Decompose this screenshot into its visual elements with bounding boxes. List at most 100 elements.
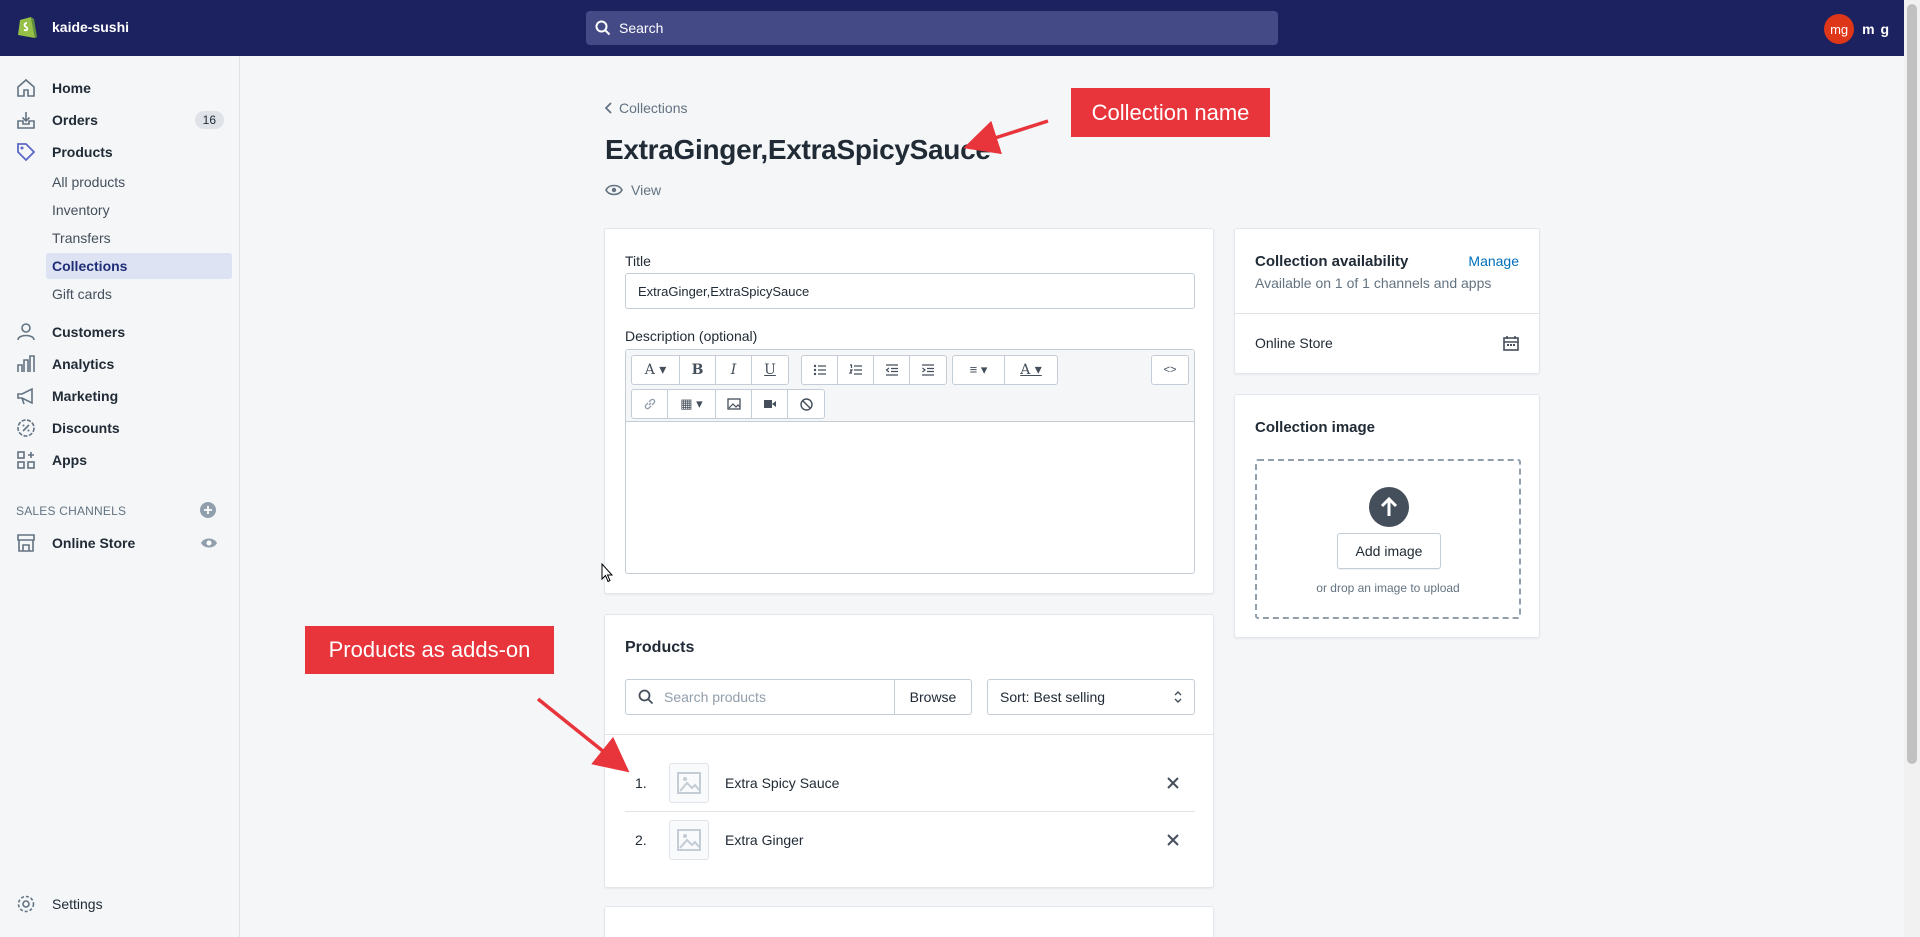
numbered-list-icon [848, 364, 862, 375]
video-icon [763, 400, 776, 408]
calendar-icon[interactable] [1503, 335, 1519, 351]
nav-customers[interactable]: Customers [0, 316, 240, 348]
image-dropzone[interactable]: Add image or drop an image to upload [1255, 459, 1521, 619]
product-search-input[interactable]: Search products [625, 679, 895, 715]
italic-button[interactable]: I [716, 356, 752, 384]
align-button[interactable]: ≡ ▾ [953, 356, 1005, 384]
select-arrows-icon [1174, 691, 1182, 703]
availability-heading: Collection availability [1255, 253, 1409, 270]
sales-channels-heading: SALES CHANNELS [16, 504, 127, 518]
nav-home[interactable]: Home [0, 72, 240, 104]
search-icon [595, 20, 611, 36]
remove-product-icon[interactable] [1167, 834, 1179, 846]
store-switcher[interactable]: kaide-sushi [16, 14, 129, 40]
seo-card [604, 906, 1214, 937]
title-input-value: ExtraGinger,ExtraSpicySauce [638, 283, 810, 299]
insert-video-button[interactable] [752, 390, 788, 418]
indent-button[interactable] [910, 356, 946, 384]
nav-label: Home [52, 80, 91, 96]
store-name: kaide-sushi [52, 19, 130, 35]
nav-orders[interactable]: Orders 16 [0, 104, 240, 136]
home-icon [17, 78, 35, 97]
products-card: Products Search products Browse Sort: Be… [604, 614, 1214, 888]
bullet-list-button[interactable] [802, 356, 838, 384]
sidebar-item-transfers[interactable]: Transfers [46, 225, 232, 251]
description-editor[interactable]: A ▾ B I U ≡ ▾ A ▾ <> ▦ ▾ [625, 349, 1195, 574]
sort-select[interactable]: Sort: Best selling [987, 679, 1195, 715]
nav-label: Apps [52, 452, 87, 468]
nav-products[interactable]: Products [0, 136, 240, 168]
bold-button[interactable]: B [680, 356, 716, 384]
search-icon [638, 689, 654, 705]
sidebar-item-inventory[interactable]: Inventory [46, 197, 232, 223]
remove-product-icon[interactable] [1167, 777, 1179, 789]
underline-button[interactable]: U [752, 356, 788, 384]
sidebar-item-label: All products [52, 174, 126, 190]
nav-label: Products [52, 144, 113, 160]
nav-settings[interactable]: Settings [0, 888, 240, 920]
sidebar-item-collections[interactable]: Collections [46, 253, 232, 279]
nav-apps[interactable]: Apps [0, 444, 240, 476]
title-input[interactable]: ExtraGinger,ExtraSpicySauce [625, 273, 1195, 309]
numbered-list-button[interactable] [838, 356, 874, 384]
top-bar: kaide-sushi Search mg m g [0, 0, 1904, 56]
image-card-heading: Collection image [1255, 419, 1376, 436]
scrollbar-thumb[interactable] [1907, 4, 1917, 764]
insert-table-button[interactable]: ▦ ▾ [668, 390, 716, 418]
insert-image-button[interactable] [716, 390, 752, 418]
text-color-button[interactable]: A ▾ [1005, 356, 1057, 384]
nav-analytics[interactable]: Analytics [0, 348, 240, 380]
product-thumbnail [669, 763, 709, 803]
mouse-cursor-icon [601, 563, 613, 583]
nav-label: Marketing [52, 388, 119, 404]
nav-label: Customers [52, 324, 126, 340]
clear-formatting-button[interactable] [788, 390, 824, 418]
nav-marketing[interactable]: Marketing [0, 380, 240, 412]
breadcrumb[interactable]: Collections [605, 100, 687, 116]
collection-availability-card: Collection availability Manage Available… [1234, 228, 1540, 374]
product-search-placeholder: Search products [664, 689, 766, 705]
sidebar: Home Orders 16 Products All products Inv… [0, 56, 240, 937]
view-button[interactable]: View [605, 182, 661, 198]
global-search-input[interactable]: Search [586, 11, 1278, 45]
tag-icon [17, 143, 36, 162]
product-index: 2. [635, 832, 647, 848]
underline-icon: U [764, 362, 776, 378]
description-label: Description (optional) [625, 328, 758, 344]
callout-collection-name: Collection name [1071, 88, 1270, 137]
page-scrollbar[interactable] [1904, 0, 1920, 937]
sidebar-item-all-products[interactable]: All products [46, 169, 232, 195]
code-icon: <> [1163, 364, 1177, 376]
product-row[interactable]: 1. Extra Spicy Sauce [625, 755, 1195, 811]
toolbar-group-html: <> [1151, 355, 1189, 385]
sidebar-item-gift-cards[interactable]: Gift cards [46, 281, 232, 307]
bold-icon: B [691, 362, 704, 378]
nav-label: Orders [52, 112, 98, 128]
insert-link-button[interactable] [632, 390, 668, 418]
breadcrumb-label: Collections [619, 100, 688, 116]
title-description-card: Title ExtraGinger,ExtraSpicySauce Descri… [604, 228, 1214, 594]
add-image-button[interactable]: Add image [1337, 533, 1441, 569]
indent-icon [922, 364, 934, 376]
outdent-icon [885, 364, 898, 376]
product-row[interactable]: 2. Extra Ginger [625, 812, 1195, 868]
outdent-button[interactable] [874, 356, 910, 384]
product-thumbnail [669, 820, 709, 860]
manage-link[interactable]: Manage [1468, 253, 1519, 269]
gear-icon [17, 895, 35, 913]
view-label: View [631, 182, 662, 198]
add-sales-channel-icon[interactable] [200, 502, 216, 518]
font-style-button[interactable]: A ▾ [632, 356, 680, 384]
nav-label: Discounts [52, 420, 120, 436]
drop-hint: or drop an image to upload [1316, 581, 1460, 595]
product-name: Extra Ginger [725, 832, 804, 848]
availability-subtitle: Available on 1 of 1 channels and apps [1255, 275, 1492, 291]
nav-discounts[interactable]: Discounts [0, 412, 240, 444]
table-icon: ▦ ▾ [680, 396, 703, 411]
html-source-button[interactable]: <> [1152, 356, 1188, 384]
browse-button[interactable]: Browse [894, 679, 972, 715]
callout-products-addons: Products as adds-on [305, 626, 554, 674]
eye-icon[interactable] [200, 536, 218, 550]
sidebar-item-label: Transfers [52, 230, 111, 246]
user-menu[interactable]: mg m g [1824, 14, 1890, 44]
